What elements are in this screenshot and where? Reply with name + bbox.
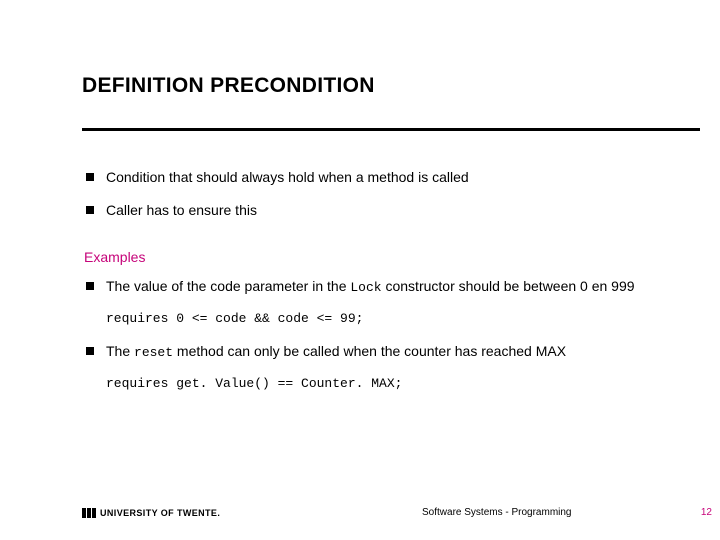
text-pre: The bbox=[106, 343, 134, 359]
bullet-mark-icon bbox=[86, 206, 94, 214]
code-line: requires 0 <= code && code <= 99; bbox=[106, 310, 652, 328]
page-number: 12 bbox=[701, 507, 712, 518]
text-post: method can only be called when the count… bbox=[173, 343, 566, 359]
bullet-mark-icon bbox=[86, 347, 94, 355]
bullet-text: Caller has to ensure this bbox=[106, 201, 257, 220]
bullet-text: Condition that should always hold when a… bbox=[106, 168, 469, 187]
bullet-text: The reset method can only be called when… bbox=[106, 342, 566, 362]
bullet-item: Condition that should always hold when a… bbox=[82, 168, 652, 187]
code-inline: reset bbox=[134, 345, 173, 360]
text-post: constructor should be between 0 en 999 bbox=[382, 278, 635, 294]
code-inline: Lock bbox=[350, 280, 381, 295]
bullet-item: The value of the code parameter in the L… bbox=[82, 277, 652, 297]
horizontal-rule bbox=[82, 128, 700, 131]
logo-text: UNIVERSITY OF TWENTE. bbox=[100, 508, 220, 518]
footer: UNIVERSITY OF TWENTE. Software Systems -… bbox=[82, 508, 692, 518]
bullet-mark-icon bbox=[86, 173, 94, 181]
logo-mark-icon bbox=[82, 508, 96, 518]
logo: UNIVERSITY OF TWENTE. bbox=[82, 508, 220, 518]
bullet-mark-icon bbox=[86, 282, 94, 290]
content-area: Condition that should always hold when a… bbox=[82, 168, 652, 407]
bullet-item: The reset method can only be called when… bbox=[82, 342, 652, 362]
bullet-text: The value of the code parameter in the L… bbox=[106, 277, 635, 297]
bullet-item: Caller has to ensure this bbox=[82, 201, 652, 220]
footer-center-text: Software Systems - Programming bbox=[422, 507, 572, 518]
examples-heading: Examples bbox=[84, 248, 652, 267]
slide-title: DEFINITION PRECONDITION bbox=[82, 74, 720, 98]
slide: DEFINITION PRECONDITION Condition that s… bbox=[0, 0, 720, 540]
code-line: requires get. Value() == Counter. MAX; bbox=[106, 375, 652, 393]
text-pre: The value of the code parameter in the bbox=[106, 278, 350, 294]
